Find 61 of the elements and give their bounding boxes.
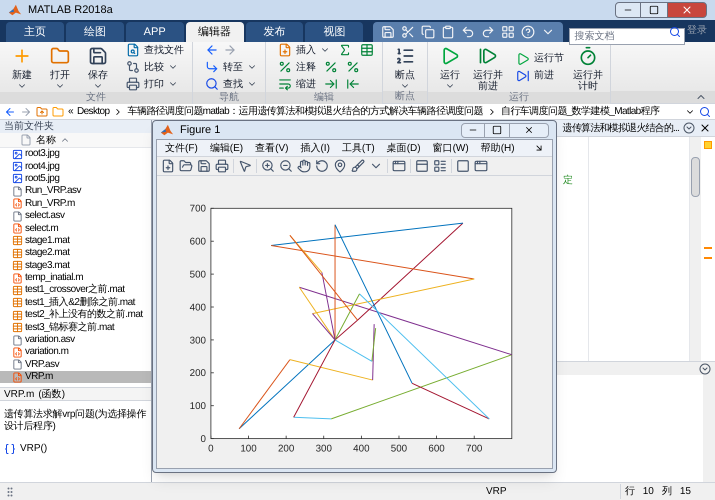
button-label: 保存: [88, 70, 108, 81]
tick-label: 600: [428, 443, 445, 454]
tick-label: 300: [190, 335, 206, 346]
tick-label: 0: [200, 434, 206, 446]
file-name: test1_插入&2删除之前.mat: [25, 296, 135, 308]
column-number: 15: [680, 485, 691, 499]
file-name: temp_inatial.m: [25, 272, 84, 284]
detail-description: 遗传算法求解vrp问题(为选择操作: [4, 409, 146, 420]
tick-label: 600: [190, 236, 206, 248]
file-name: select.asv: [25, 210, 64, 222]
file-name: Run_VRP.asv: [25, 185, 82, 198]
file-name: test1_crossover之前.mat: [25, 284, 125, 296]
file-name: root5.jpg: [25, 172, 60, 185]
file-name: select.m: [25, 222, 58, 235]
group-label: 运行: [428, 92, 610, 104]
tick-label: 400: [190, 302, 206, 314]
tick-label: 500: [190, 270, 206, 281]
tick-label: 400: [353, 443, 370, 454]
file-name: root4.jpg: [25, 160, 60, 173]
file-name: variation.asv: [25, 334, 75, 346]
tick-label: 0: [208, 443, 214, 454]
tick-label: 200: [278, 443, 294, 454]
group-label: 编辑: [266, 92, 382, 104]
file-name: stage1.mat: [25, 234, 70, 247]
tick-label: 700: [190, 204, 206, 215]
button-label: 新建: [12, 70, 32, 81]
button-label: 断点: [395, 70, 415, 81]
column-label: 列: [662, 485, 672, 499]
button-label: 运行并计时: [572, 70, 604, 92]
file-name: stage2.mat: [25, 247, 70, 260]
window-title: Figure 1: [180, 122, 220, 138]
status-function: VRP: [486, 485, 507, 499]
line-label: 行: [624, 485, 635, 499]
detail-title: VRP.m: [4, 388, 34, 402]
file-name: Run_VRP.m: [25, 198, 75, 210]
file-name: stage3.mat: [25, 260, 70, 272]
group-label: 导航: [193, 92, 265, 104]
file-name: VRP.asv: [25, 358, 60, 371]
file-name: test3_锦标赛之前.mat: [25, 322, 114, 334]
tick-label: 100: [240, 443, 257, 454]
code-text: 定: [563, 175, 573, 186]
button-label: 打开: [50, 70, 70, 81]
detail-type: (函数): [38, 388, 66, 402]
detail-description: 设计后程序): [4, 421, 56, 434]
button-label: 运行: [440, 70, 460, 81]
window-title: MATLAB R2018a: [28, 2, 113, 18]
login-button: 登录: [687, 23, 707, 38]
group-label: 断点: [383, 91, 427, 103]
button-label: 运行并前进: [472, 70, 504, 92]
file-name: root3.jpg: [25, 148, 60, 160]
tick-label: 500: [390, 443, 408, 454]
file-name: test2_补上没有的数之前.mat: [25, 309, 143, 322]
file-name: VRP.m: [25, 371, 53, 384]
file-name: variation.m: [25, 346, 68, 358]
tick-label: 300: [316, 443, 332, 454]
group-label: 文件: [0, 92, 192, 104]
tick-label: 100: [190, 401, 206, 412]
line-number: 10: [642, 485, 654, 499]
tick-label: 700: [466, 443, 482, 454]
panel-title: 当前文件夹: [0, 120, 151, 133]
tick-label: 200: [190, 368, 206, 380]
